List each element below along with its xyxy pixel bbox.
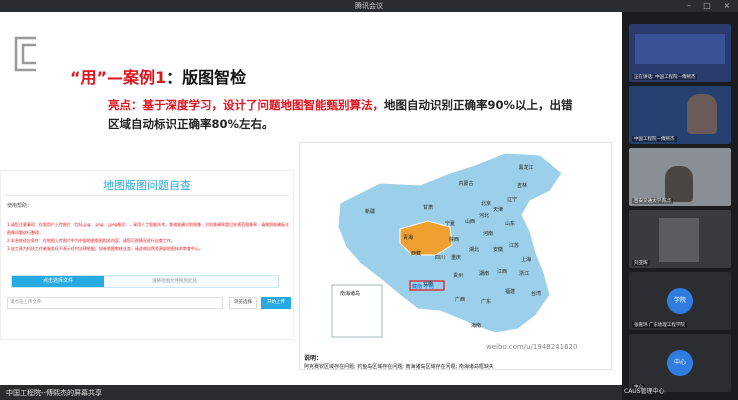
video-feed <box>635 34 725 64</box>
usage-help-label: 使用帮助： <box>7 203 33 209</box>
china-map: 黑龙江吉林辽宁 内蒙古北京天津河北山西陕西 宁夏 甘肃新疆青海西藏四川 重庆 湖北 河南 山东… <box>300 143 611 355</box>
speaker-video <box>665 166 693 202</box>
region-label: 广西 <box>455 296 465 303</box>
usage-tip: 3.该工具为科技工作者服务化不表示任何法律依据。如有地图审核业务，请咨询自然资源… <box>7 246 203 251</box>
region-label: 湖南 <box>479 270 489 277</box>
start-upload-button[interactable]: 开始上传 <box>261 297 291 309</box>
avatar: 中心 <box>667 350 693 376</box>
slide-title-suffix: ：版图智检 <box>166 68 247 87</box>
region-label: 贵州 <box>453 272 463 279</box>
region-label: 北京 <box>481 200 491 207</box>
highlight-prefix: 亮点：基于深度学习，设计了问题地图智能甄别算法， <box>108 98 384 112</box>
avatar: 学院 <box>667 288 693 314</box>
system-tray: CAUS管理中心 <box>624 386 738 400</box>
participant-name: 刘亚辉 <box>632 260 650 266</box>
maximize-icon[interactable]: □ <box>700 0 714 12</box>
region-label: 湖北 <box>469 246 479 253</box>
participant-name: 西安交通大学 陈华 <box>632 198 674 204</box>
region-label: 广东 <box>481 298 491 305</box>
slide-title-prefix: “用”—案例1 <box>70 68 167 87</box>
region-label: 河南 <box>483 230 493 237</box>
file-path-input[interactable]: 请点击上传文件 <box>7 297 223 309</box>
screen-share-label: 中国工程院--傅熙杰的屏幕共享 <box>6 389 103 397</box>
close-icon[interactable]: × <box>720 0 734 12</box>
browse-button[interactable]: 浏览选择 <box>229 297 257 309</box>
shared-slide: “用”—案例1：版图智检 亮点：基于深度学习，设计了问题地图智能甄别算法，地图自… <box>0 12 622 385</box>
participant-list: 正在讲话: 中国工程院—傅熙杰 中国工程院—傅熙杰 西安交通大学 陈华 刘亚辉 … <box>622 12 738 400</box>
choose-file-button[interactable]: 点击选择文件 <box>12 276 104 287</box>
participant-name: 中国工程院—傅熙杰 <box>632 136 677 142</box>
region-label: 天津 <box>493 206 503 213</box>
panel-title: 地图版图问题自查 <box>103 179 191 192</box>
region-label: 福建 <box>505 288 515 295</box>
participant-tile[interactable]: 中国工程院—傅熙杰 <box>629 86 731 144</box>
region-label: 台湾 <box>531 290 541 297</box>
region-label: 四川 <box>435 255 445 261</box>
upload-row: 请点击上传文件 浏览选择 开始上传 <box>7 297 291 309</box>
participant-name: 张嘉玮 广东地理工程学院 <box>632 322 687 328</box>
region-label: 宁夏 <box>445 220 455 227</box>
region-label: 内蒙古 <box>458 180 473 187</box>
region-label: 陕西 <box>449 236 459 243</box>
participant-tile[interactable]: 刘亚辉 <box>629 210 731 268</box>
region-label: 西藏 <box>411 250 421 257</box>
region-label: 山东 <box>505 220 515 227</box>
participant-tile[interactable]: 学院 张嘉玮 广东地理工程学院 <box>629 272 731 330</box>
region-label: 青海 <box>403 234 413 241</box>
region-label: 海南 <box>471 322 481 329</box>
region-label: 江苏 <box>509 242 519 249</box>
region-label: 辽宁 <box>507 196 517 203</box>
usage-tip: 2.本系统适应条件：在地图上传图片中为中国地图版图相关内容，请您可视情况进行自查… <box>7 238 175 243</box>
error-label: 藏南 不明 <box>412 283 434 290</box>
highlight-text: 亮点：基于深度学习，设计了问题地图智能甄别算法，地图自动识别正确率90%以上，出… <box>108 96 578 134</box>
map-check-panel: 地图版图问题自查 使用帮助： 1.请您注意事项：仅限用户上传图片（包括.jpg、… <box>0 170 294 340</box>
participant-tile[interactable]: 正在讲话: 中国工程院—傅熙杰 <box>629 24 731 82</box>
participant-name: 正在讲话: 中国工程院—傅熙杰 <box>632 74 698 80</box>
upload-dropzone[interactable]: 点击选择文件 请将地图文件拖到此处 <box>11 275 279 288</box>
usage-tip: 1.请您注意事项：仅限用户上传图片（包括.jpg、.png、.jpeg格式），采… <box>7 222 290 235</box>
usage-tips: 1.请您注意事项：仅限用户上传图片（包括.jpg、.png、.jpeg格式），采… <box>7 221 291 253</box>
region-label: 黑龙江 <box>518 164 533 171</box>
region-label: 山西 <box>465 218 475 225</box>
region-label: 浙江 <box>519 270 529 277</box>
region-label: 河北 <box>479 212 489 219</box>
slide-title: “用”—案例1：版图智检 <box>70 64 246 88</box>
region-label: 重庆 <box>451 254 461 261</box>
region-label: 安徽 <box>493 246 503 253</box>
map-result-panel: 黑龙江吉林 辽宁 内蒙古北京 天津 河北 山西陕西 宁夏 甘肃新疆青海西藏四川 重庆 湖北 河南 山东… <box>299 142 612 370</box>
window-title: 腾讯会议 <box>355 2 383 10</box>
watermark: weibo.com/u/1948241620 <box>486 343 577 351</box>
region-label: 吉林 <box>517 182 527 189</box>
caption-label: 说明： <box>304 355 323 362</box>
participant-tile[interactable]: 西安交通大学 陈华 <box>629 148 731 206</box>
panel-divider <box>5 195 289 196</box>
map-caption: 阿克赛钦区域存在问题; 钓鱼岛区域存在问题; 南海诸岛区域存在问题; 南海诸岛框… <box>304 364 494 370</box>
region-label: 新疆 <box>365 208 375 215</box>
region-label: 上海 <box>521 256 531 263</box>
inset-label: 南海诸岛 <box>340 290 360 297</box>
share-status-bar: 中国工程院--傅熙杰的屏幕共享 <box>0 385 622 400</box>
video-feed <box>659 218 699 262</box>
meeting-window: 腾讯会议 – □ × “用”—案例1：版图智检 亮点：基于深度学习，设计了问题地… <box>0 0 738 400</box>
drop-hint: 请将地图文件拖到此处 <box>152 279 197 284</box>
tray-label: CAUS管理中心 <box>624 388 665 395</box>
region-label: 甘肃 <box>423 204 433 211</box>
bracket-logo-icon <box>14 36 36 72</box>
speaker-video <box>687 94 717 134</box>
participant-tile[interactable]: 中心 中心 <box>629 334 731 392</box>
region-label: 江西 <box>497 268 507 275</box>
minimize-icon[interactable]: – <box>682 0 696 12</box>
title-bar: 腾讯会议 – □ × <box>0 0 738 12</box>
